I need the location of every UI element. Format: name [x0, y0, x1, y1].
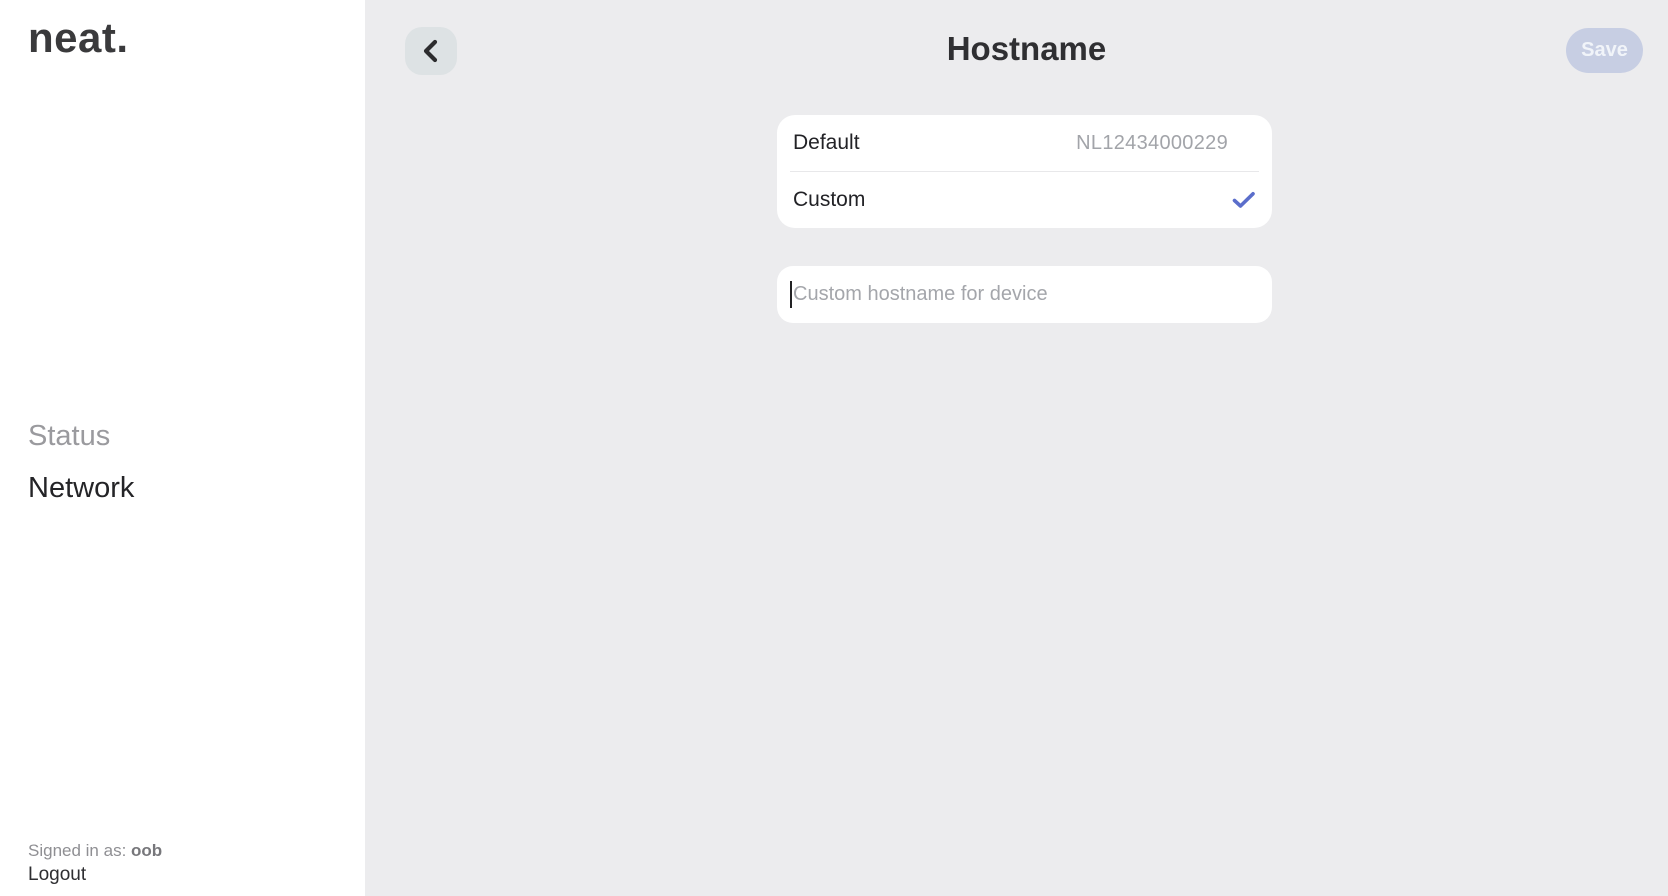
- sidebar-item-network[interactable]: Network: [28, 471, 134, 505]
- default-hostname-value: NL12434000229: [1076, 132, 1228, 155]
- sidebar-footer: Signed in as: oob Logout: [28, 839, 162, 888]
- sidebar: neat. Status Network Signed in as: oob L…: [0, 0, 365, 896]
- hostname-options-card: Default NL12434000229 Custom: [777, 115, 1272, 228]
- back-button[interactable]: [405, 27, 457, 75]
- custom-hostname-field-wrap: [777, 266, 1272, 323]
- hostname-option-default[interactable]: Default NL12434000229: [777, 115, 1272, 171]
- custom-hostname-input[interactable]: [777, 266, 1272, 323]
- sidebar-nav: Status Network: [28, 419, 134, 523]
- checkmark-icon: [1232, 191, 1256, 209]
- hostname-option-custom[interactable]: Custom: [777, 172, 1272, 228]
- save-button[interactable]: Save: [1566, 28, 1643, 73]
- signed-in-text: Signed in as: oob: [28, 839, 162, 862]
- sidebar-item-status[interactable]: Status: [28, 419, 134, 453]
- page-title: Hostname: [385, 30, 1668, 68]
- main-panel: Hostname Save Default NL12434000229 Cust…: [365, 0, 1668, 896]
- chevron-left-icon: [420, 37, 442, 65]
- logout-link[interactable]: Logout: [28, 862, 162, 888]
- signed-in-username: oob: [131, 841, 162, 860]
- hostname-content: Default NL12434000229 Custom: [777, 115, 1272, 323]
- signed-in-label: Signed in as:: [28, 841, 131, 860]
- option-label: Custom: [793, 188, 865, 212]
- neat-logo: neat.: [28, 14, 129, 62]
- option-label: Default: [793, 131, 860, 155]
